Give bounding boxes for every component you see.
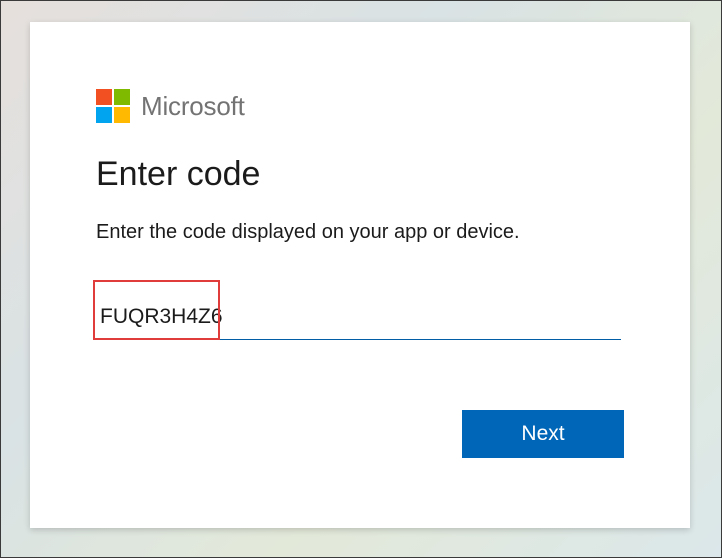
- logo-square-red: [96, 89, 112, 105]
- logo-square-yellow: [114, 107, 130, 123]
- brand-header: Microsoft: [96, 89, 245, 123]
- microsoft-logo-icon: [96, 89, 130, 123]
- logo-square-blue: [96, 107, 112, 123]
- page-title: Enter code: [96, 155, 261, 193]
- instruction-text: Enter the code displayed on your app or …: [96, 221, 520, 243]
- next-button[interactable]: Next: [462, 410, 624, 458]
- code-input[interactable]: [96, 294, 621, 340]
- brand-name: Microsoft: [141, 91, 245, 121]
- logo-square-green: [114, 89, 130, 105]
- sign-in-card: Microsoft Enter code Enter the code disp…: [30, 22, 690, 528]
